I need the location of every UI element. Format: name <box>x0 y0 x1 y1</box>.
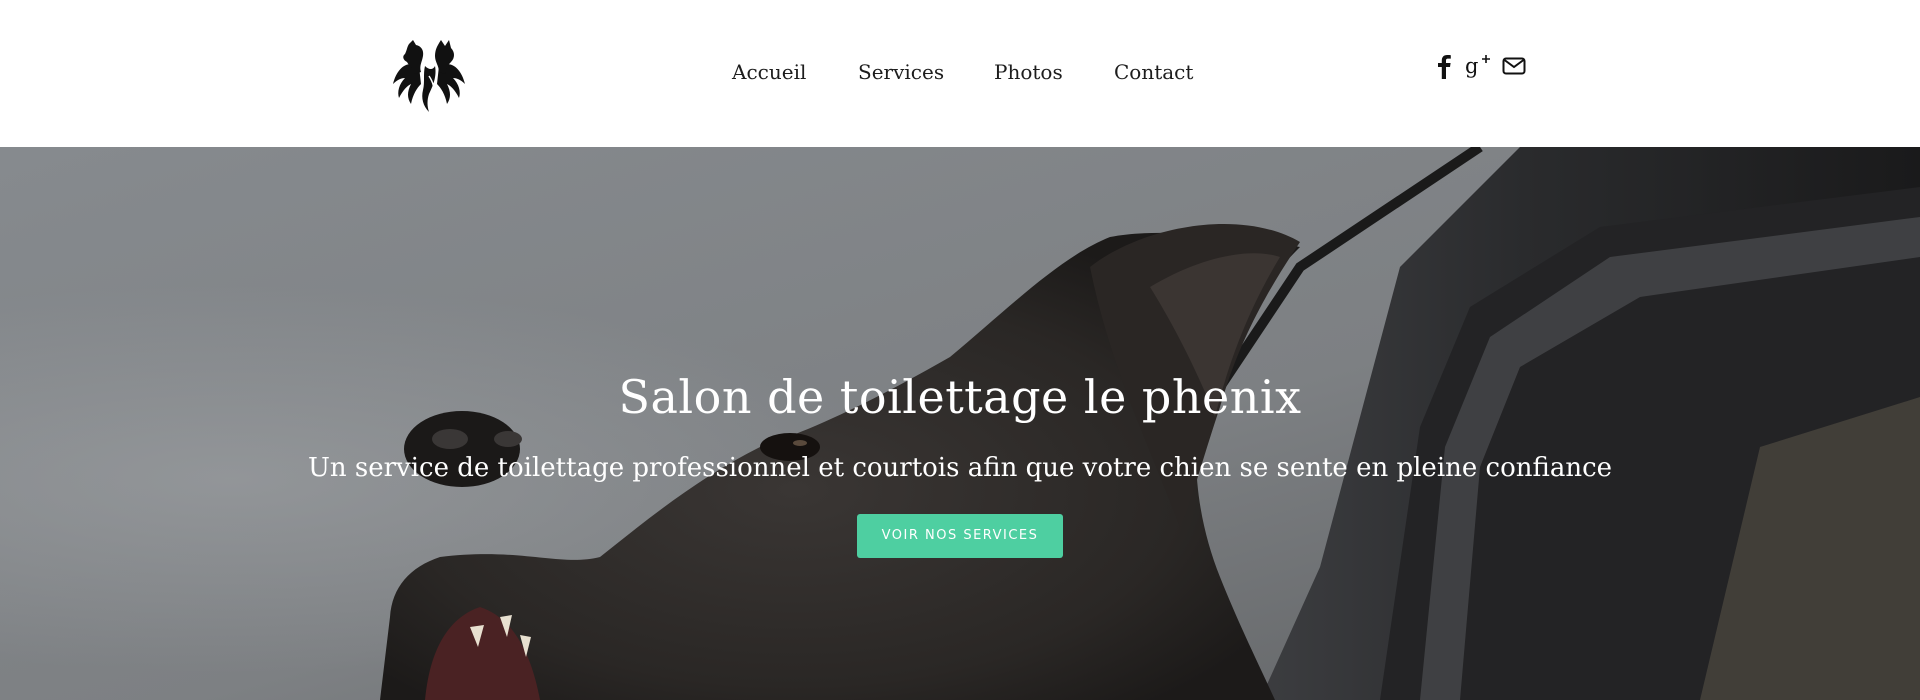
nav-services[interactable]: Services <box>858 58 944 86</box>
mail-icon <box>1502 57 1526 75</box>
main-nav: Accueil Services Photos Contact <box>0 0 1920 147</box>
facebook-icon <box>1438 55 1451 79</box>
mail-link[interactable] <box>1502 53 1526 79</box>
nav-photos[interactable]: Photos <box>994 58 1063 86</box>
hero-section: Salon de toilettage le phenix Un service… <box>0 147 1920 700</box>
google-plus-icon: g <box>1465 54 1490 78</box>
google-plus-link[interactable]: g <box>1465 53 1491 79</box>
nav-contact[interactable]: Contact <box>1114 58 1193 86</box>
hero-title: Salon de toilettage le phenix <box>618 370 1302 424</box>
facebook-link[interactable] <box>1435 53 1453 79</box>
svg-text:g: g <box>1465 54 1478 78</box>
view-services-button[interactable]: Voir nos services <box>857 514 1063 558</box>
nav-accueil[interactable]: Accueil <box>732 58 806 86</box>
site-header: Accueil Services Photos Contact g <box>0 0 1920 147</box>
hero-subtitle: Un service de toilettage professionnel e… <box>307 453 1613 483</box>
